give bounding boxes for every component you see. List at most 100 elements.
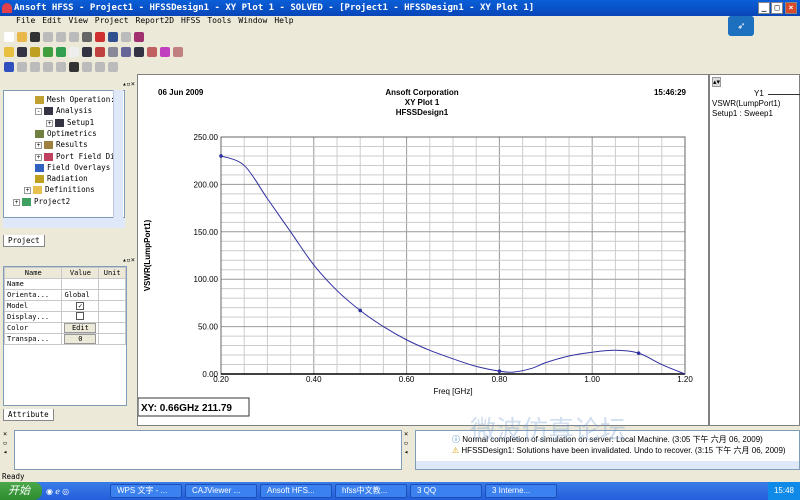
toolbar-button-icon[interactable] — [69, 47, 79, 57]
toolbar-button-icon[interactable] — [56, 47, 66, 57]
taskbar-item[interactable]: 3 Interne... — [485, 484, 557, 498]
menu-hfss[interactable]: HFSS — [181, 16, 200, 25]
property-value[interactable] — [61, 278, 100, 290]
toolbar-button-icon[interactable] — [95, 32, 105, 42]
expander-icon[interactable]: - — [35, 108, 42, 116]
toolbar-button-icon[interactable] — [147, 47, 157, 57]
column-header[interactable]: Value — [61, 267, 100, 279]
tree-item[interactable]: + Port Field Dis — [35, 152, 119, 161]
taskbar-item[interactable]: CAJViewer ... — [185, 484, 257, 498]
tree-item[interactable]: + Project2 — [13, 197, 70, 206]
xy-plot-chart[interactable]: 0.20 0.40 0.60 0.80 1.00 1.200.0050.00100.001… — [137, 75, 710, 427]
tree-item[interactable]: + Setup1 — [46, 118, 94, 127]
data-point-marker[interactable] — [497, 369, 502, 373]
data-point-marker[interactable] — [219, 154, 223, 158]
toolbar-button-icon[interactable] — [134, 47, 144, 57]
tree-item[interactable]: Radiation — [35, 174, 88, 184]
toolbar-button-icon[interactable] — [69, 32, 79, 42]
start-button[interactable]: 开始 — [0, 482, 42, 500]
property-value-button[interactable]: Edit — [61, 322, 100, 334]
toolbar-button-icon[interactable] — [56, 32, 66, 42]
checkbox[interactable] — [61, 311, 100, 323]
toolbar-button-icon[interactable] — [173, 47, 183, 57]
tab-project[interactable]: Project — [3, 235, 45, 247]
expander-icon[interactable]: + — [24, 187, 31, 195]
property-row[interactable]: Name — [3, 278, 126, 290]
tree-item[interactable]: Optimetrics — [35, 129, 97, 138]
tree-item[interactable]: + Definitions — [24, 185, 95, 195]
toolbar-button-icon[interactable] — [95, 47, 105, 57]
taskbar-item[interactable]: Ansoft HFS... — [260, 484, 332, 498]
tab-attribute[interactable]: Attribute — [3, 409, 54, 421]
toolbar-button-icon[interactable] — [56, 62, 66, 72]
property-row[interactable]: Orienta... Global — [3, 289, 126, 301]
toolbar-button-icon[interactable] — [108, 32, 118, 42]
toolbar-button-icon[interactable] — [4, 62, 14, 72]
property-row[interactable]: Model ✓ — [3, 300, 126, 312]
toolbar-button-icon[interactable] — [160, 47, 170, 57]
column-header[interactable]: Unit — [98, 267, 126, 279]
legend-scroll-buttons[interactable]: ▴▾ — [712, 77, 722, 87]
column-header[interactable]: Name — [3, 267, 63, 279]
toolbar-button-icon[interactable] — [43, 62, 53, 72]
message-horizontal-scrollbar[interactable] — [416, 461, 799, 469]
tree-item[interactable]: Mesh Operation: — [35, 95, 115, 104]
property-value-button[interactable]: 0 — [61, 333, 100, 345]
taskbar-item[interactable]: hfss中文教... — [335, 484, 407, 498]
taskbar-item[interactable]: 3 QQ — [410, 484, 482, 498]
toolbar-button-icon[interactable] — [30, 32, 40, 42]
toolbar-button-icon[interactable] — [82, 32, 92, 42]
toolbar-button-icon[interactable] — [108, 47, 118, 57]
toolbar-button-icon[interactable] — [4, 47, 14, 57]
project-panel-controls[interactable]: ▴▫× — [3, 80, 135, 88]
message-item-info[interactable]: ⓘ Normal completion of simulation on ser… — [452, 434, 763, 445]
tree-item[interactable]: Field Overlays — [35, 163, 110, 172]
tree-item[interactable]: + Results — [35, 140, 88, 150]
toolbar-button-icon[interactable] — [30, 62, 40, 72]
menu-tools[interactable]: Tools — [207, 16, 231, 25]
taskbar-item[interactable]: WPS 文字 - ... — [110, 484, 182, 498]
plot-legend[interactable]: ▴▾ Y1 VSWR(LumpPort1) Setup1 : Sweep1 — [709, 74, 800, 426]
menu-file[interactable]: File — [16, 16, 35, 25]
output-panel-controls[interactable]: × ▫ ◂ — [3, 430, 13, 457]
toolbar-button-icon[interactable] — [30, 47, 40, 57]
toolbar-button-icon[interactable] — [82, 62, 92, 72]
minimize-button[interactable]: _ — [758, 2, 770, 14]
toolbar-button-icon[interactable] — [69, 62, 79, 72]
expander-icon[interactable]: + — [13, 198, 20, 206]
menu-help[interactable]: Help — [274, 16, 293, 25]
toolbar-button-icon[interactable] — [17, 32, 27, 42]
toolbar-button-icon[interactable] — [4, 32, 14, 42]
property-row[interactable]: Color Edit — [3, 322, 126, 334]
expander-icon[interactable]: + — [46, 119, 53, 127]
message-panel-controls[interactable]: × ▫ ◂ — [404, 430, 414, 457]
toolbar-button-icon[interactable] — [82, 47, 92, 57]
menu-view[interactable]: View — [69, 16, 88, 25]
toolbar-button-icon[interactable] — [108, 62, 118, 72]
message-item-warning[interactable]: ⚠ HFSSDesign1: Solutions have been inval… — [452, 445, 786, 456]
expander-icon[interactable]: + — [35, 153, 42, 161]
tree-item[interactable]: - Analysis — [35, 106, 92, 116]
data-point-marker[interactable] — [636, 351, 641, 355]
xy-plot-window[interactable]: 0.20 0.40 0.60 0.80 1.00 1.20 0.00 50.00 100.00 1… — [137, 74, 709, 426]
menu-window[interactable]: Window — [238, 16, 267, 25]
quick-launch-icons[interactable]: ◉ ℯ ◎ — [46, 487, 106, 496]
toolbar-button-icon[interactable] — [121, 47, 131, 57]
properties-panel-controls[interactable]: ▴▫× — [3, 256, 135, 264]
property-row[interactable]: Transpa... 0 — [3, 333, 126, 345]
tree-horizontal-scrollbar[interactable] — [3, 218, 125, 228]
toolbar-button-icon[interactable] — [95, 62, 105, 72]
toolbar-button-icon[interactable] — [121, 32, 131, 42]
data-point-marker[interactable] — [358, 308, 362, 313]
maximize-button[interactable]: □ — [771, 2, 783, 14]
menu-report2d[interactable]: Report2D — [136, 16, 175, 25]
toolbar-button-icon[interactable] — [134, 32, 144, 42]
menu-project[interactable]: Project — [95, 16, 129, 25]
tree-vertical-scrollbar[interactable] — [113, 90, 123, 218]
toolbar-button-icon[interactable] — [43, 47, 53, 57]
close-button[interactable]: × — [785, 2, 797, 14]
toolbar-button-icon[interactable] — [17, 62, 27, 72]
property-row[interactable]: Display... — [3, 311, 126, 323]
menu-edit[interactable]: Edit — [42, 16, 61, 25]
toolbar-button-icon[interactable] — [43, 32, 53, 42]
